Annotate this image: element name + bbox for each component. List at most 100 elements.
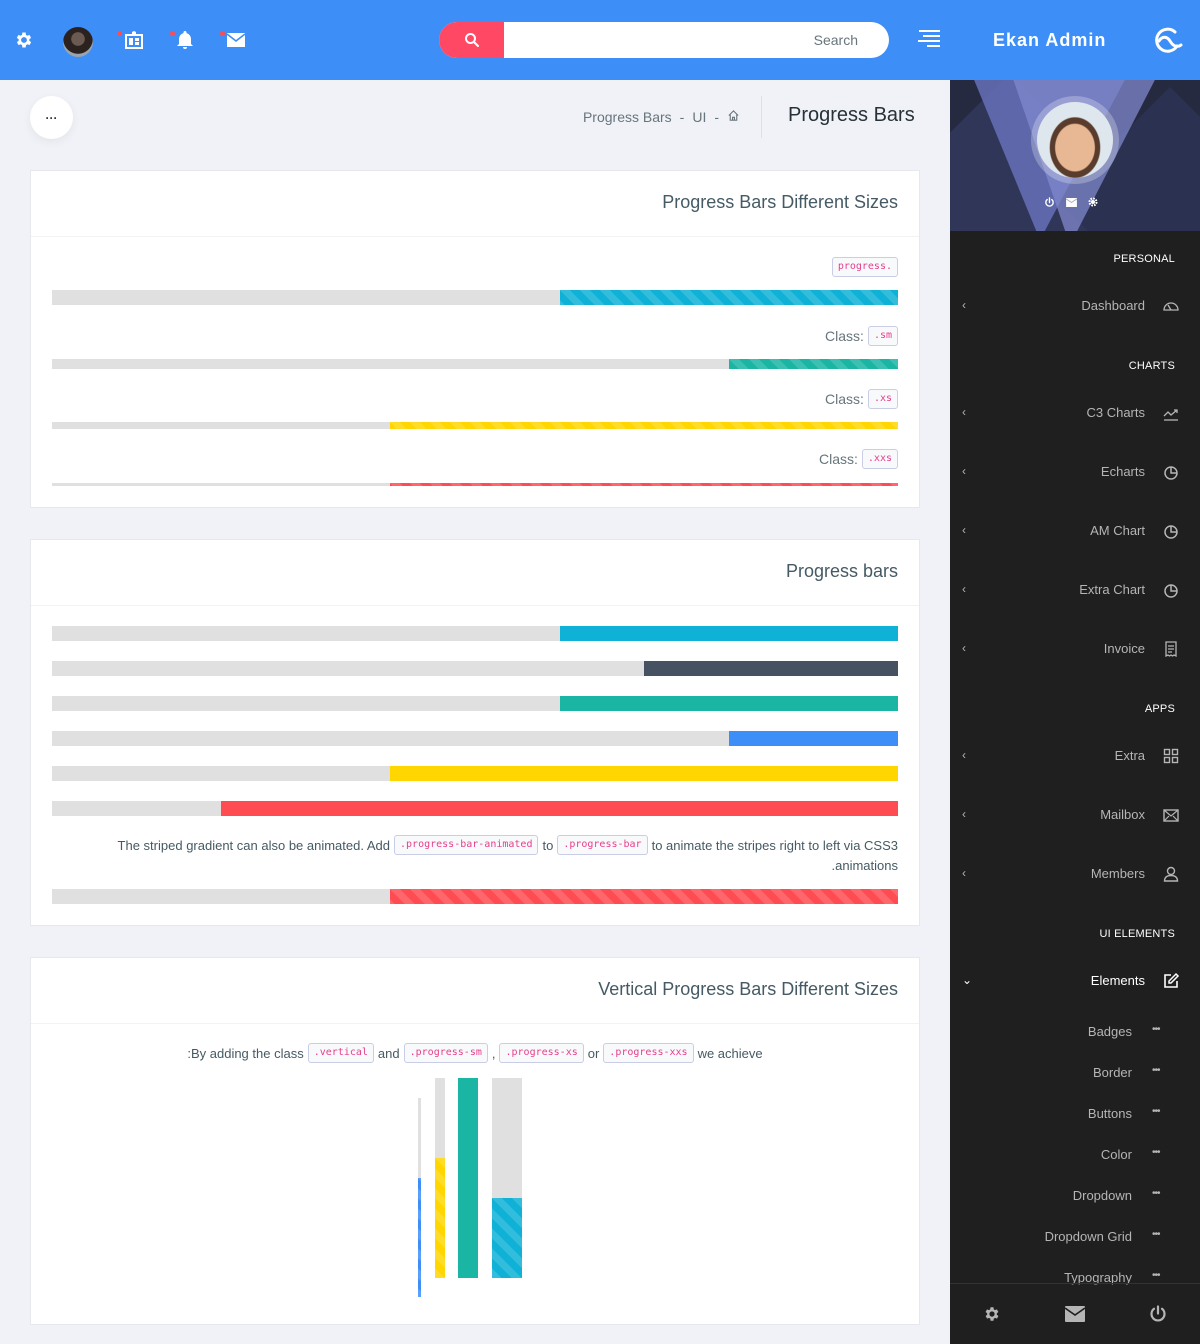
nav-header-apps: APPS <box>1144 703 1175 715</box>
vertical-progress-default <box>492 1078 522 1278</box>
more-dots-icon: ••• <box>1152 1024 1160 1035</box>
sidebar-subitem-dropdown-grid[interactable]: Dropdown Grid ••• <box>950 1225 1200 1249</box>
power-icon[interactable] <box>1043 196 1055 208</box>
progress-fill <box>728 359 898 369</box>
size-label: progress. <box>831 257 898 277</box>
sidebar-item-c3-charts[interactable]: ‹ C3 Charts <box>950 398 1200 428</box>
sidebar: PERSONAL ‹ Dashboard CHARTS ‹ C3 Charts … <box>950 80 1200 1344</box>
gear-icon[interactable] <box>10 26 38 54</box>
search-bar <box>439 22 889 58</box>
class-code: .progress-bar <box>557 835 648 855</box>
animated-note: The striped gradient can also be animate… <box>118 835 898 855</box>
user-profile <box>950 80 1200 231</box>
progress-fill <box>390 483 898 486</box>
nav-header-personal: PERSONAL <box>1113 253 1175 265</box>
vertical-progress-card: Vertical Progress Bars Different Sizes :… <box>30 957 920 1325</box>
home-icon[interactable] <box>727 109 740 125</box>
gear-icon[interactable] <box>972 1305 1012 1323</box>
divider <box>761 96 762 138</box>
size-label: Class: .xs <box>825 389 898 409</box>
chevron-left-icon: ‹ <box>962 582 966 596</box>
grid-icon <box>1162 747 1180 765</box>
progress-bar-xxs <box>52 483 898 486</box>
bell-icon[interactable] <box>171 26 199 54</box>
sidebar-footer <box>950 1283 1200 1344</box>
size-label: Class: .xxs <box>819 449 898 469</box>
sidebar-item-dashboard[interactable]: ‹ Dashboard <box>950 291 1200 321</box>
chevron-left-icon: ‹ <box>962 807 966 821</box>
progress-fill <box>458 1078 478 1278</box>
sidebar-subitem-border[interactable]: Border ••• <box>950 1061 1200 1085</box>
animated-note-line2: .animations <box>831 858 898 873</box>
brand-logo-icon[interactable] <box>1153 26 1187 61</box>
sidebar-item-extra-chart[interactable]: ‹ Extra Chart <box>950 575 1200 605</box>
profile-avatar[interactable] <box>1031 96 1119 184</box>
more-dots-icon: ••• <box>1152 1065 1160 1076</box>
progress-fill <box>559 696 898 711</box>
progress-fill <box>644 661 898 676</box>
chevron-left-icon: ‹ <box>962 405 966 419</box>
invoice-icon <box>1162 640 1180 658</box>
progress-bar-xs <box>52 422 898 429</box>
chevron-left-icon: ‹ <box>962 298 966 312</box>
progress-fill <box>492 1198 522 1278</box>
sidebar-item-elements[interactable]: ⌄ Elements <box>950 966 1200 996</box>
sidebar-subitem-color[interactable]: Color ••• <box>950 1143 1200 1167</box>
sidebar-item-members[interactable]: ‹ Members <box>950 859 1200 889</box>
more-dots-icon: ••• <box>1152 1270 1160 1281</box>
chevron-down-icon: ⌄ <box>962 973 973 987</box>
breadcrumb-current: Progress Bars <box>582 109 672 125</box>
sidebar-item-invoice[interactable]: ‹ Invoice <box>950 634 1200 664</box>
line-chart-icon <box>1162 404 1180 422</box>
vertical-note: :By adding the class .vertical and .prog… <box>31 1043 919 1063</box>
envelope-icon[interactable] <box>1055 1306 1095 1322</box>
sidebar-item-mailbox[interactable]: ‹ Mailbox <box>950 800 1200 830</box>
chevron-left-icon: ‹ <box>962 748 966 762</box>
class-code: .xs <box>867 389 898 409</box>
class-code: .progress-sm <box>403 1043 488 1063</box>
vertical-progress-sm <box>458 1078 478 1278</box>
card-title: Progress bars <box>785 561 898 581</box>
progress-fill <box>559 290 898 305</box>
mail-icon[interactable] <box>222 26 250 54</box>
breadcrumb-ui-link[interactable]: UI <box>692 109 706 125</box>
card-title: Progress Bars Different Sizes <box>662 192 898 212</box>
progress-fill <box>390 766 898 781</box>
basic-progress-card: Progress bars The striped gradient can a… <box>30 539 920 926</box>
chevron-left-icon: ‹ <box>962 641 966 655</box>
progress-bar <box>52 731 898 746</box>
menu-toggle-icon[interactable] <box>918 29 942 49</box>
mail-icon[interactable] <box>1065 196 1077 208</box>
search-button[interactable] <box>439 22 504 58</box>
chevron-left-icon: ‹ <box>962 866 966 880</box>
gear-icon[interactable] <box>1087 196 1099 208</box>
pie-chart-icon <box>1162 581 1180 599</box>
progress-bar-default <box>52 290 898 305</box>
top-navbar: Ekan Admin <box>0 0 1200 80</box>
user-avatar[interactable] <box>63 27 93 57</box>
class-code: .sm <box>867 326 898 346</box>
brand-name: Ekan Admin <box>993 30 1107 50</box>
search-input[interactable] <box>504 22 889 58</box>
sidebar-item-am-chart[interactable]: ‹ AM Chart <box>950 516 1200 546</box>
edit-icon <box>1162 972 1180 990</box>
progress-fill <box>418 1177 421 1297</box>
more-dots-icon: ••• <box>1152 1147 1160 1158</box>
user-icon <box>1162 865 1180 883</box>
progress-fill <box>728 731 898 746</box>
progress-bar <box>52 801 898 816</box>
class-code: .xxs <box>861 449 898 469</box>
progress-fill <box>559 626 898 641</box>
more-options-button[interactable]: ··· <box>30 96 73 139</box>
more-dots-icon: ••• <box>1152 1188 1160 1199</box>
sidebar-subitem-buttons[interactable]: Buttons ••• <box>950 1102 1200 1126</box>
power-icon[interactable] <box>1138 1305 1178 1323</box>
sidebar-subitem-badges[interactable]: Badges ••• <box>950 1020 1200 1044</box>
nav-header-ui-elements: UI ELEMENTS <box>1099 928 1175 940</box>
class-code: .progress-xs <box>499 1043 584 1063</box>
sidebar-subitem-dropdown[interactable]: Dropdown ••• <box>950 1184 1200 1208</box>
sidebar-item-echarts[interactable]: ‹ Echarts <box>950 457 1200 487</box>
dashboard-icon[interactable] <box>120 26 148 54</box>
sidebar-item-extra[interactable]: ‹ Extra <box>950 741 1200 771</box>
progress-fill <box>221 801 898 816</box>
